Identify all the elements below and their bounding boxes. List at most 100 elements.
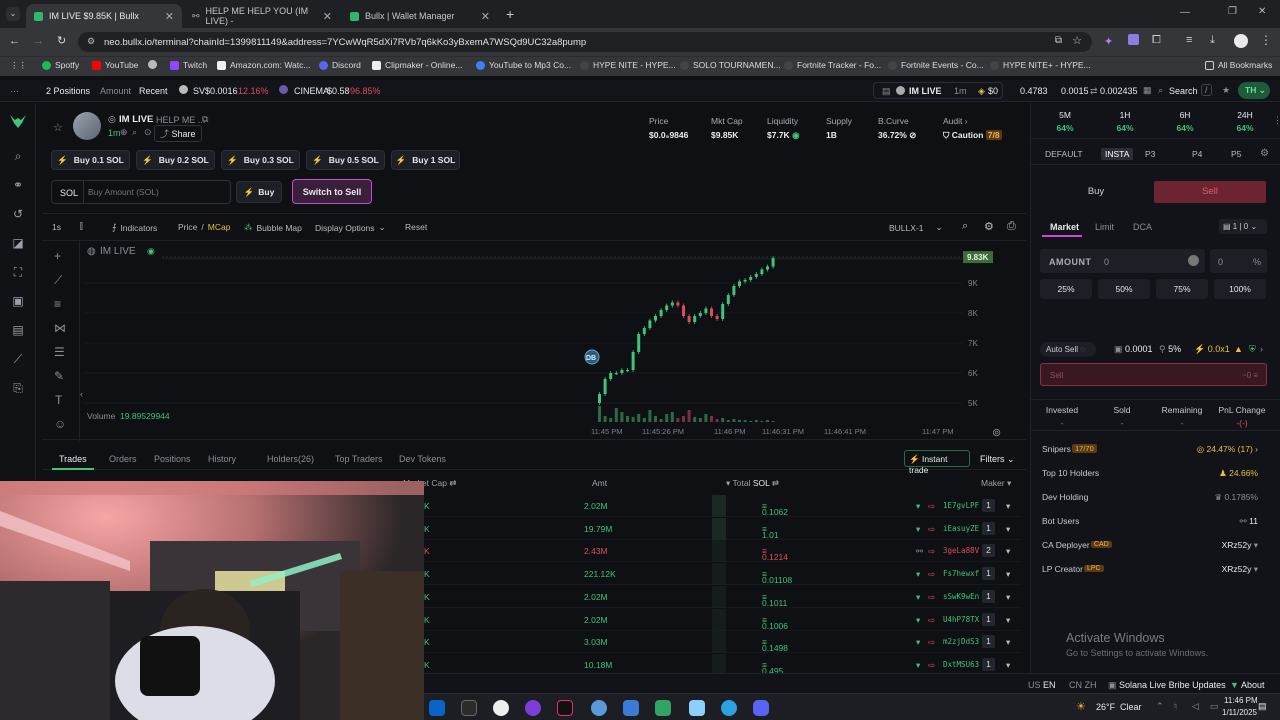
bookmark-star-icon[interactable]: ☆	[1072, 34, 1082, 47]
table-row[interactable]: K 19.79M 1.01 ≡ ▾ ⇨ iEasuyZE 1 ▾	[424, 517, 1022, 540]
trade-maker[interactable]: iEasuyZE	[943, 524, 979, 533]
bookmark-discord[interactable]: Discord	[319, 60, 361, 70]
filter-icon[interactable]: ▾	[1006, 637, 1010, 648]
preset-insta[interactable]: INSTA	[1101, 148, 1134, 160]
minimize-icon[interactable]: —	[1180, 7, 1190, 18]
forward-icon[interactable]: →	[33, 35, 44, 47]
app-icon[interactable]	[623, 700, 639, 716]
bookmark-twitch[interactable]: Twitch	[170, 60, 207, 70]
tab-wallet-manager[interactable]: Bullx | Wallet Manager ✕	[342, 4, 498, 28]
trade-maker[interactable]: 1E7gvLPF	[943, 501, 979, 510]
timeframe-6h[interactable]: 6H 64%	[1159, 110, 1211, 133]
document-search-icon[interactable]: ⎘	[11, 381, 25, 395]
bookmark-hype-nite-plus[interactable]: HYPE NITE+ - HYPE...	[990, 60, 1091, 70]
timeframe-24h[interactable]: 24H 64%	[1219, 110, 1271, 133]
order-limit[interactable]: Limit	[1095, 222, 1114, 232]
quick-buy-0.1[interactable]: ⚡ Buy 0.1 SOL	[51, 150, 130, 170]
clock-time[interactable]: 11:46 PM	[1224, 696, 1258, 705]
app-icon[interactable]	[591, 700, 607, 716]
globe-icon[interactable]: ⊕	[120, 127, 128, 138]
sell-submit-button[interactable]: Sell ~0 ≡	[1040, 363, 1267, 386]
tab-holders[interactable]: Holders(26)	[267, 454, 314, 464]
user-icon[interactable]: ⊙	[144, 127, 152, 138]
bullx-logo-icon[interactable]	[8, 111, 28, 131]
table-row[interactable]: K 3.03M 0.1498 ≡ ▾ ⇨ m2zjDdS3 1 ▾	[424, 631, 1022, 654]
pct-75-button[interactable]: 75%	[1156, 279, 1208, 299]
tray-chevron-icon[interactable]: ⌃	[1156, 701, 1164, 712]
quick-buy-0.3[interactable]: ⚡ Buy 0.3 SOL	[221, 150, 300, 170]
trade-count[interactable]: 1	[982, 567, 995, 581]
tab-orders[interactable]: Orders	[109, 454, 137, 464]
download-icon[interactable]: ⤓	[1210, 34, 1215, 47]
recent-tab[interactable]: Recent	[139, 86, 168, 96]
scan-icon[interactable]: ⛶	[11, 265, 25, 279]
new-tab-icon[interactable]: +	[506, 6, 514, 22]
volume-icon[interactable]: ◁	[1192, 701, 1199, 712]
pct-50-button[interactable]: 50%	[1098, 279, 1150, 299]
pct-25-button[interactable]: 25%	[1040, 279, 1092, 299]
close-window-icon[interactable]: ✕	[1258, 6, 1266, 17]
trade-count[interactable]: 1	[982, 612, 995, 626]
table-row[interactable]: K 221.12K 0.01108 ≡ ▾ ⇨ Fs7hewxf 1 ▾	[424, 563, 1022, 586]
amount-value[interactable]: 0	[1104, 257, 1109, 267]
apps-icon[interactable]: ⋮⋮	[10, 60, 27, 71]
mic-icon[interactable]: ♮	[1174, 701, 1177, 712]
search-icon[interactable]: ⌕	[962, 220, 968, 233]
weather-condition[interactable]: Clear	[1120, 702, 1142, 712]
menu-icon[interactable]: ⋮	[1260, 33, 1272, 47]
user-avatar[interactable]: TH ⌄	[1238, 82, 1270, 99]
app-icon[interactable]	[655, 700, 671, 716]
bookmark-events[interactable]: Fortnite Events - Co...	[888, 60, 984, 70]
filters-button[interactable]: Filters ⌄	[980, 454, 1015, 465]
preset-p5[interactable]: P5	[1227, 148, 1245, 160]
trade-count[interactable]: 1	[982, 589, 995, 603]
telegram-icon[interactable]	[721, 700, 737, 716]
order-dca[interactable]: DCA	[1133, 222, 1152, 232]
slippage-setting[interactable]: ⚲ 5%	[1159, 344, 1181, 355]
tab-search-icon[interactable]: ⌄	[6, 7, 20, 21]
profile-avatar[interactable]	[1234, 34, 1248, 48]
trend-icon[interactable]: ⟋	[11, 352, 25, 366]
notification-icon[interactable]: ▤	[1258, 701, 1267, 712]
quick-buy-0.2[interactable]: ⚡ Buy 0.2 SOL	[136, 150, 215, 170]
filter-icon[interactable]: ▾	[1006, 501, 1010, 512]
trade-maker[interactable]: U4hP78TX	[943, 615, 979, 624]
quick-buy-1[interactable]: ⚡ Buy 1 SOL	[391, 150, 460, 170]
close-tab-icon[interactable]: ✕	[165, 10, 174, 23]
lang-en[interactable]: US EN	[1028, 680, 1056, 690]
filter-icon[interactable]: ▾	[1006, 524, 1010, 535]
star-icon[interactable]: ☆	[53, 121, 63, 134]
site-info-icon[interactable]: ⚙	[87, 36, 95, 47]
filter-icon[interactable]: ▾	[1006, 615, 1010, 626]
trade-count[interactable]: 1	[982, 657, 995, 671]
mev-shield-icon[interactable]: ⛨	[1249, 344, 1256, 355]
trade-maker[interactable]: DxtMSU63	[943, 660, 979, 669]
tab-help-me[interactable]: ⚯ HELP ME HELP YOU (IM LIVE) - ✕	[184, 4, 340, 28]
current-token-chip[interactable]: ▤ IM LIVE 1m ◈ $0	[873, 82, 1003, 99]
filter-icon[interactable]: ▾	[1006, 569, 1010, 580]
copy-icon[interactable]: ⧉	[202, 114, 208, 125]
url-input[interactable]: ⚙ neo.bullx.io/terminal?chainId=13998111…	[78, 32, 1092, 52]
table-row[interactable]: K 2.02M 0.1062 ≡ ▾ ⇨ 1E7gvLPF 1 ▾	[424, 495, 1022, 517]
media-icon[interactable]: ≡	[1186, 34, 1192, 46]
preset-default[interactable]: DEFAULT	[1041, 148, 1087, 160]
order-market[interactable]: Market	[1050, 222, 1079, 232]
discord-icon[interactable]	[753, 700, 769, 716]
search-icon[interactable]: ⌕	[11, 149, 25, 163]
auto-sell-toggle[interactable]: Auto Sell ◌	[1040, 342, 1096, 357]
trade-count[interactable]: 2	[982, 544, 995, 558]
reset-button[interactable]: Reset	[405, 222, 427, 232]
trade-maker[interactable]: Fs7hewxf	[943, 569, 979, 578]
reload-icon[interactable]: ↻	[57, 34, 66, 47]
lp-creator-value[interactable]: XRz52y ▾	[1222, 564, 1258, 575]
weather-temp[interactable]: 26°F	[1096, 702, 1115, 712]
search-icon[interactable]: ⌕	[132, 127, 137, 138]
close-tab-icon[interactable]: ✕	[481, 10, 490, 23]
extension-icon[interactable]	[1128, 34, 1139, 45]
bookmark-amazon[interactable]: Amazon.com: Watc...	[217, 60, 310, 70]
back-icon[interactable]: ←	[9, 35, 20, 47]
trade-maker[interactable]: m2zjDdS3	[943, 637, 979, 646]
bookmark-yt-mp3[interactable]: YouTube to Mp3 Co...	[476, 60, 571, 70]
switch-to-sell-button[interactable]: Switch to Sell	[292, 179, 372, 204]
filter-icon[interactable]: ▾	[1006, 660, 1010, 671]
